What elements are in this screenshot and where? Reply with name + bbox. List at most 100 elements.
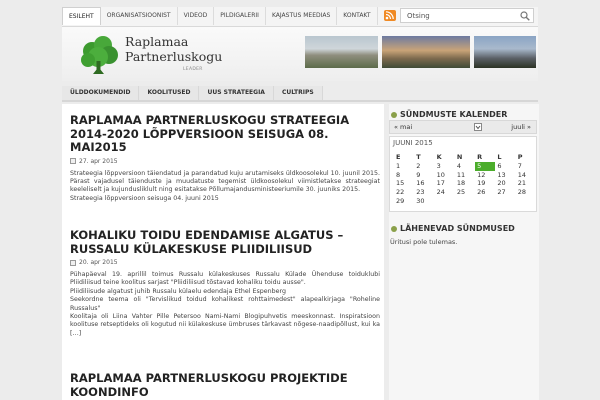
post-excerpt: Strateegia lõppversioon täiendatud ja pa… (70, 170, 380, 204)
calendar-day[interactable]: 9 (414, 171, 434, 180)
calendar-day (455, 196, 475, 205)
calendar-week-row: 15 16 17 18 19 20 21 (394, 179, 536, 188)
calendar-prev-link[interactable]: « mai (394, 123, 412, 131)
calendar-day[interactable]: 2 (414, 162, 434, 171)
calendar-day[interactable]: 18 (455, 179, 475, 188)
calendar-day (495, 196, 515, 205)
calendar-icon (70, 158, 76, 164)
calendar-icon (70, 259, 76, 266)
calendar-month-label: JUUNI 2015 (393, 139, 433, 147)
calendar-day[interactable]: 6 (495, 162, 515, 171)
post-title[interactable]: RAPLAMAA PARTNERLUSKOGU STRATEEGIA 2014-… (70, 113, 380, 155)
calendar-day[interactable]: 23 (414, 188, 434, 197)
calendar-day[interactable]: 28 (516, 188, 536, 197)
weekday-label: K (436, 152, 442, 161)
upcoming-widget-title-text: LÄHENEVAD SÜNDMUSED (400, 224, 515, 233)
rss-icon[interactable] (384, 10, 396, 21)
excerpt-paragraph: Pliidiliisude algatust juhib Russalu kül… (70, 287, 286, 295)
post-date: 20. apr 2015 (79, 259, 118, 266)
calendar-day[interactable]: 19 (475, 179, 495, 188)
calendar-day[interactable]: 15 (394, 179, 414, 188)
logo-subtitle: LEADER (183, 67, 203, 72)
calendar-day[interactable]: 20 (495, 179, 515, 188)
weekday-label: N (456, 152, 463, 161)
calendar-toggle-icon[interactable] (474, 123, 482, 131)
calendar-day[interactable]: 3 (435, 162, 455, 171)
calendar-day[interactable]: 30 (414, 196, 434, 205)
header-photo-town (382, 36, 470, 68)
tree-logo-icon[interactable] (78, 35, 120, 77)
site-logo-text[interactable]: Raplamaa Partnerluskogu (125, 34, 222, 64)
calendar-widget-title-text: SÜNDMUSTE KALENDER (400, 110, 508, 119)
calendar-day[interactable]: 11 (455, 171, 475, 180)
calendar-day[interactable]: 24 (435, 188, 455, 197)
calendar-day[interactable]: 14 (516, 171, 536, 180)
weekday-label: T (416, 152, 421, 161)
calendar-day[interactable]: 12 (475, 171, 495, 180)
weekday-label: P (517, 152, 523, 161)
calendar-day[interactable]: 7 (516, 162, 536, 171)
calendar-body: JUUNI 2015 E T K N R L P 1 2 3 4 5 6 7 8 9 10 11 12… (389, 136, 537, 212)
calendar-day (516, 196, 536, 205)
top-navigation: ESILEHT ORGANISATSIOONIST VIDEOD PILDIGA… (62, 7, 378, 25)
calendar-day[interactable]: 25 (455, 188, 475, 197)
excerpt-paragraph: Koolitaja oli Liina Vahter Pille Peterso… (70, 313, 380, 337)
topnav-item-organisatsioonist[interactable]: ORGANISATSIOONIST (101, 7, 178, 25)
calendar-day[interactable]: 22 (394, 188, 414, 197)
calendar-next-link[interactable]: juuli » (511, 123, 531, 131)
calendar-week-row: 29 30 (394, 196, 536, 205)
post: RAPLAMAA PARTNERLUSKOGU PROJEKTIDE KOOND… (70, 371, 380, 399)
mainnav-item-cultrips[interactable]: CULTRIPS (273, 86, 323, 100)
calendar-day (475, 196, 495, 205)
excerpt-paragraph: Pühapäeval 19. aprillil toimus Russalu k… (70, 271, 380, 287)
calendar-day[interactable]: 4 (455, 162, 475, 171)
post-title[interactable]: KOHALIKU TOIDU EDENDAMISE ALGATUS – RUSS… (70, 228, 380, 256)
calendar-grid: E T K N R L P 1 2 3 4 5 6 7 8 9 10 11 12 13 14 15 16 17 1… (394, 151, 536, 205)
search-input-value: Otsing (407, 12, 430, 20)
weekday-label: E (396, 152, 401, 161)
mainnav-item-koolitused[interactable]: KOOLITUSED (139, 86, 200, 100)
post-date: 27. apr 2015 (79, 157, 118, 165)
calendar-day[interactable]: 1 (394, 162, 414, 171)
excerpt-paragraph: Seekordne teema oli "Tervislikud toidud … (70, 296, 380, 312)
post: KOHALIKU TOIDU EDENDAMISE ALGATUS – RUSS… (70, 228, 380, 338)
search-icon[interactable] (520, 11, 530, 21)
topnav-item-videod[interactable]: VIDEOD (178, 7, 215, 25)
logo-line-2: Partnerluskogu (125, 49, 223, 64)
upcoming-widget-title: LÄHENEVAD SÜNDMUSED (391, 224, 515, 233)
main-navigation: ÜLDDOKUMENDID KOOLITUSED UUS STRATEEGIA … (62, 86, 538, 102)
post-title[interactable]: RAPLAMAA PARTNERLUSKOGU PROJEKTIDE KOOND… (70, 371, 380, 399)
calendar-day[interactable]: 29 (394, 196, 414, 205)
event-calendar: « mai juuli » JUUNI 2015 E T K N R L P 1… (389, 120, 537, 212)
post-meta: 27. apr 2015 (70, 158, 380, 165)
calendar-day (435, 196, 455, 205)
no-upcoming-events: Üritusi pole tulemas. (390, 238, 458, 246)
calendar-week-row: 1234567 (394, 162, 536, 171)
weekday-label: R (477, 152, 483, 161)
calendar-week-row: 8 9 10 11 12 13 14 (394, 171, 536, 180)
post-meta: 20. apr 2015 (70, 259, 380, 266)
calendar-day[interactable]: 26 (475, 188, 495, 197)
excerpt-link[interactable]: Strateegia lõppversioon seisuga 04. juun… (70, 195, 380, 203)
calendar-day[interactable]: 5 (475, 162, 496, 171)
calendar-day[interactable]: 27 (495, 188, 515, 197)
search-input[interactable]: Otsing (400, 8, 534, 23)
post: RAPLAMAA PARTNERLUSKOGU STRATEEGIA 2014-… (70, 113, 380, 204)
calendar-navigation: « mai juuli » (389, 120, 537, 134)
calendar-day[interactable]: 13 (495, 171, 515, 180)
topnav-item-kontakt[interactable]: KONTAKT (337, 7, 378, 25)
calendar-week-row: 22 23 24 25 26 27 28 (394, 188, 536, 197)
mainnav-item-uus-strateegia[interactable]: UUS STRATEEGIA (199, 86, 274, 100)
topnav-item-kajastus-meedias[interactable]: KAJASTUS MEEDIAS (266, 7, 338, 25)
calendar-day[interactable]: 10 (435, 171, 455, 180)
header-photo-church (305, 36, 378, 68)
excerpt-paragraph: Strateegia lõppversioon täiendatud ja pa… (70, 169, 380, 194)
topnav-item-pildigalerii[interactable]: PILDIGALERII (214, 7, 266, 25)
calendar-day[interactable]: 17 (435, 179, 455, 188)
calendar-day[interactable]: 8 (394, 171, 414, 180)
mainnav-item-ulddokumendid[interactable]: ÜLDDOKUMENDID (62, 86, 140, 100)
calendar-widget-title: SÜNDMUSTE KALENDER (391, 110, 507, 119)
calendar-day[interactable]: 21 (516, 179, 536, 188)
topnav-item-esileht[interactable]: ESILEHT (62, 7, 101, 25)
calendar-day[interactable]: 16 (414, 179, 434, 188)
